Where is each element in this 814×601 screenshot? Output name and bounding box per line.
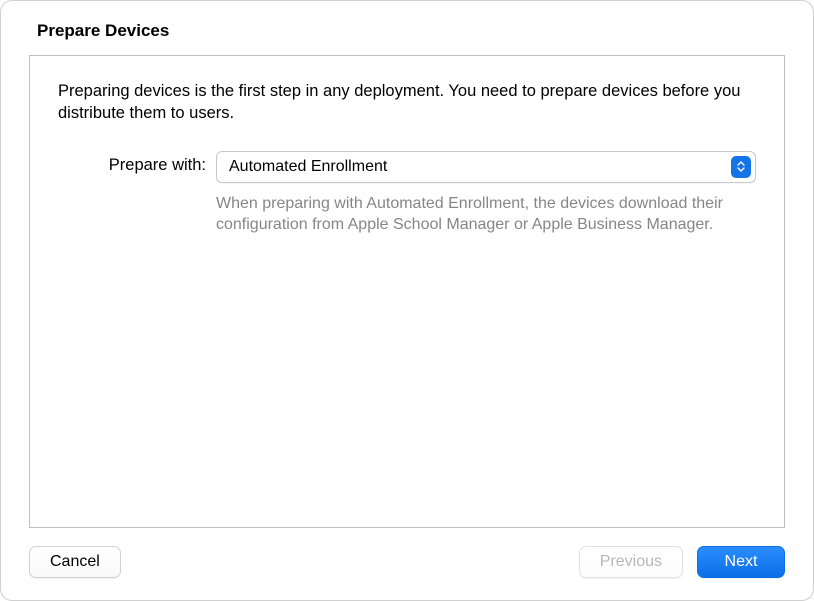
cancel-button[interactable]: Cancel [29, 546, 121, 578]
content-panel: Preparing devices is the first step in a… [29, 55, 785, 528]
select-arrows-icon [731, 156, 751, 178]
intro-text: Preparing devices is the first step in a… [58, 80, 756, 125]
prepare-devices-sheet: Prepare Devices Preparing devices is the… [0, 0, 814, 601]
prepare-with-row: Prepare with: Automated Enrollment When … [58, 151, 756, 236]
prepare-with-select[interactable]: Automated Enrollment [216, 151, 756, 183]
prepare-with-right: Automated Enrollment When preparing with… [216, 151, 756, 236]
prepare-with-label: Prepare with: [58, 151, 206, 175]
next-button[interactable]: Next [697, 546, 785, 578]
previous-button[interactable]: Previous [579, 546, 683, 578]
prepare-with-value: Automated Enrollment [229, 158, 731, 176]
page-title: Prepare Devices [37, 21, 785, 41]
prepare-with-help: When preparing with Automated Enrollment… [216, 193, 756, 236]
button-row: Cancel Previous Next [29, 546, 785, 578]
